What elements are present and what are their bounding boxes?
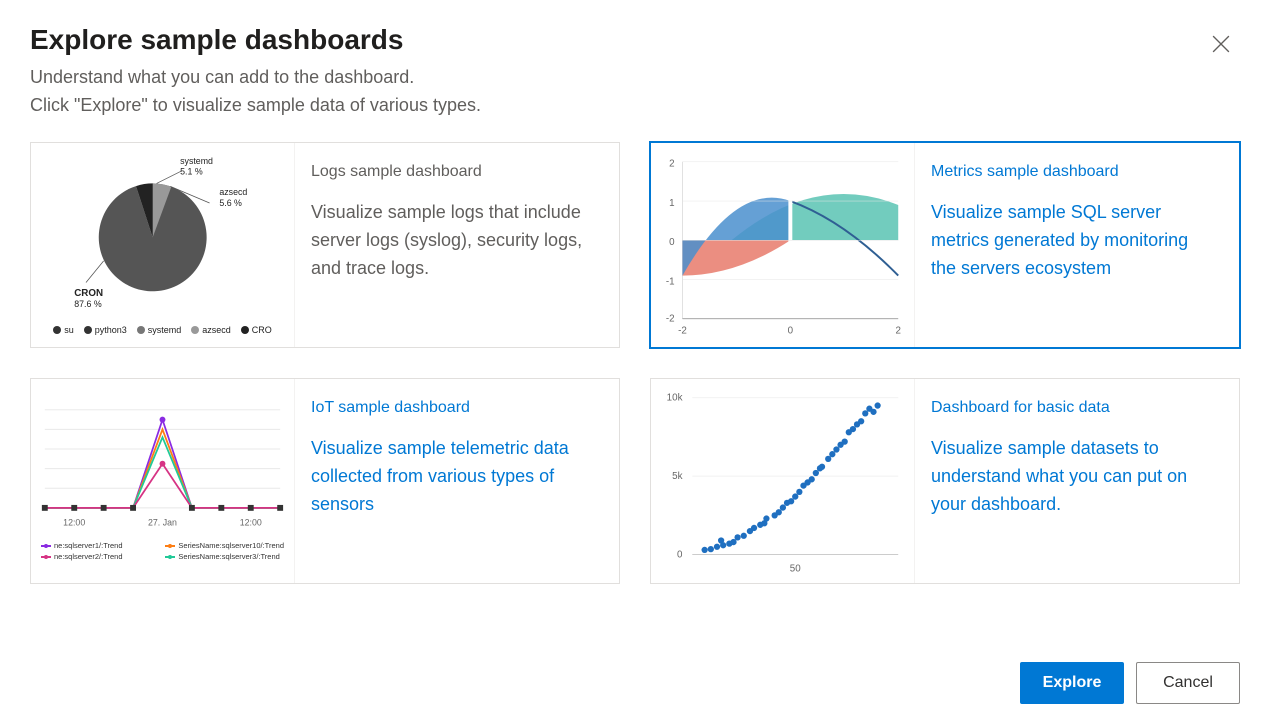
card-description: Visualize sample logs that include serve… [311,199,597,283]
card-description: Visualize sample SQL server metrics gene… [931,199,1217,283]
pie-chart-icon: CRON 87.6 % azsecd 5.6 % systemd 5.1 % [35,154,290,321]
card-title: Logs sample dashboard [311,163,597,181]
close-button[interactable] [1212,30,1240,58]
svg-text:2: 2 [896,325,901,336]
svg-text:-2: -2 [678,325,687,336]
svg-text:CRON: CRON [74,289,103,300]
svg-text:87.6 %: 87.6 % [74,299,102,309]
svg-text:12:00: 12:00 [240,518,262,528]
line-chart-icon: 12:00 27. Jan 12:00 [35,400,290,537]
svg-text:27. Jan: 27. Jan [148,518,177,528]
explore-button[interactable]: Explore [1020,662,1124,704]
dashboard-card-grid: CRON 87.6 % azsecd 5.6 % systemd 5.1 % s… [30,142,1240,584]
svg-text:0: 0 [669,237,675,248]
card-iot[interactable]: 12:00 27. Jan 12:00 ne:sqlserver1/:Trend… [30,378,620,584]
svg-text:-2: -2 [666,313,675,324]
area-chart-icon: 2 1 0 -1 -2 -2 0 2 [655,152,910,338]
cancel-button[interactable]: Cancel [1136,662,1240,704]
svg-text:azsecd: azsecd [219,188,247,198]
card-title: IoT sample dashboard [311,399,597,417]
svg-text:5.1 %: 5.1 % [180,167,203,177]
svg-text:50: 50 [790,563,801,574]
svg-text:5k: 5k [672,471,682,482]
svg-text:0: 0 [788,325,794,336]
thumb-basic: 10k 5k 0 50 [651,379,915,583]
svg-text:5.6 %: 5.6 % [219,198,242,208]
sample-dashboards-dialog: Explore sample dashboards Understand wha… [0,0,1270,726]
card-logs[interactable]: CRON 87.6 % azsecd 5.6 % systemd 5.1 % s… [30,142,620,348]
card-description: Visualize sample datasets to understand … [931,435,1217,519]
thumb-logs: CRON 87.6 % azsecd 5.6 % systemd 5.1 % s… [31,143,295,347]
pie-legend: su python3 systemd azsecd CRO [35,325,290,335]
svg-text:1: 1 [669,198,674,209]
card-title: Metrics sample dashboard [931,163,1217,181]
dialog-subtitle: Understand what you can add to the dashb… [30,64,1240,120]
thumb-iot: 12:00 27. Jan 12:00 ne:sqlserver1/:Trend… [31,379,295,583]
subtitle-line2: Click "Explore" to visualize sample data… [30,92,1240,120]
close-icon [1212,35,1230,53]
dialog-footer: Explore Cancel [1020,662,1240,704]
card-title: Dashboard for basic data [931,399,1217,417]
svg-text:2: 2 [669,158,674,169]
scatter-chart-icon: 10k 5k 0 50 [655,383,910,579]
card-basic[interactable]: 10k 5k 0 50 Dashboard for basic data Vis… [650,378,1240,584]
line-legend: ne:sqlserver1/:Trend SeriesName:sqlserve… [35,541,290,561]
svg-text:-1: -1 [666,276,675,287]
svg-text:12:00: 12:00 [63,518,85,528]
card-description: Visualize sample telemetric data collect… [311,435,597,519]
svg-text:0: 0 [677,549,683,560]
dialog-title: Explore sample dashboards [30,24,1240,56]
card-metrics[interactable]: 2 1 0 -1 -2 -2 0 2 [650,142,1240,348]
svg-text:systemd: systemd [180,156,213,166]
svg-text:10k: 10k [667,392,683,403]
thumb-metrics: 2 1 0 -1 -2 -2 0 2 [651,143,915,347]
subtitle-line1: Understand what you can add to the dashb… [30,64,1240,92]
